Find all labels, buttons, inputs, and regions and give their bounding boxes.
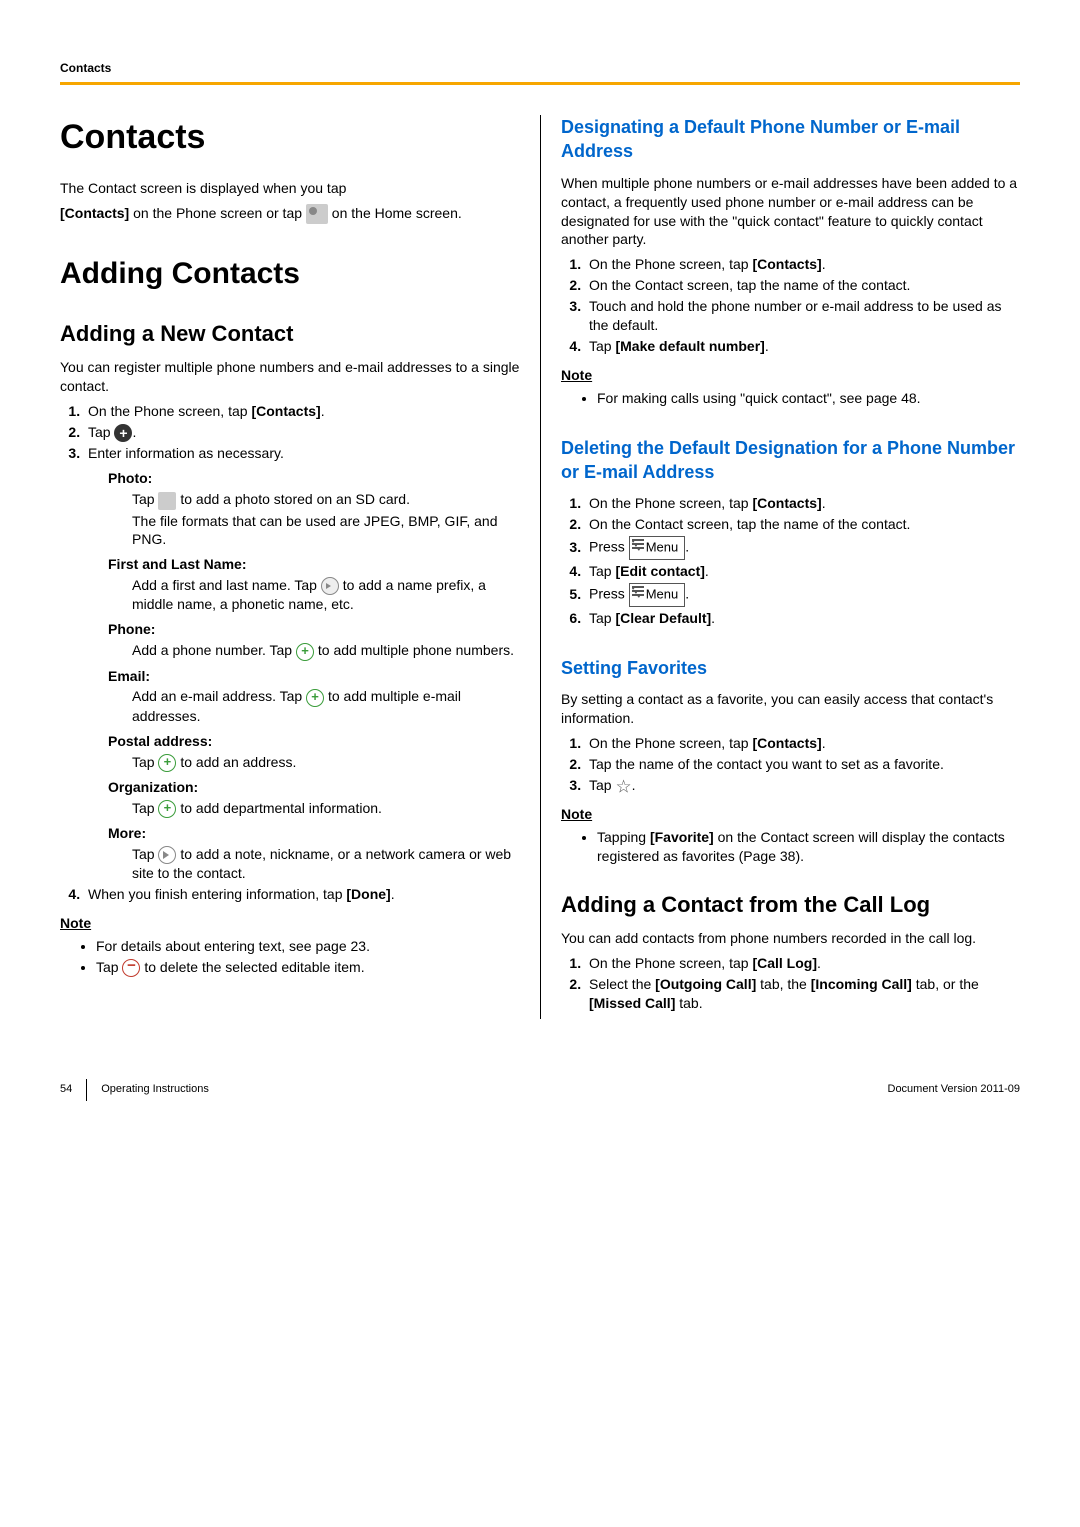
step-b5: Press Menu. — [585, 583, 1020, 607]
footer-version: Document Version 2011-09 — [888, 1082, 1021, 1097]
plus-green-icon: + — [158, 754, 176, 772]
heading-deleting-default: Deleting the Default Designation for a P… — [561, 436, 1020, 485]
note-label-a: Note — [561, 366, 1020, 385]
step-a3: Touch and hold the phone number or e-mai… — [585, 297, 1020, 335]
photo-label: Photo: — [108, 469, 520, 488]
more-icon — [158, 846, 176, 864]
photo-icon — [158, 492, 176, 510]
step-c1: On the Phone screen, tap [Contacts]. — [585, 734, 1020, 753]
plus-green-icon: + — [306, 689, 324, 707]
steps-add-contact: On the Phone screen, tap [Contacts]. Tap… — [60, 402, 520, 904]
steps-designate-default: On the Phone screen, tap [Contacts]. On … — [561, 255, 1020, 355]
chapter-title: Contacts — [60, 115, 520, 161]
step-b3: Press Menu. — [585, 536, 1020, 560]
note-item-2: Tap − to delete the selected editable it… — [96, 958, 520, 977]
right-column: Designating a Default Phone Number or E-… — [540, 115, 1020, 1019]
heading-setting-favorites: Setting Favorites — [561, 656, 1020, 680]
footer-divider — [86, 1079, 87, 1101]
favorites-intro: By setting a contact as a favorite, you … — [561, 690, 1020, 728]
step-c2: Tap the name of the contact you want to … — [585, 755, 1020, 774]
section-adding-contacts: Adding Contacts — [60, 254, 520, 295]
postal-label: Postal address: — [108, 732, 520, 751]
note-label: Note — [60, 914, 520, 933]
call-log-intro: You can add contacts from phone numbers … — [561, 929, 1020, 948]
menu-button-icon: Menu — [629, 583, 686, 607]
more-label: More: — [108, 824, 520, 843]
more-desc: Tap to add a note, nickname, or a networ… — [132, 845, 520, 883]
step-b4: Tap [Edit contact]. — [585, 562, 1020, 581]
note-list-c: Tapping [Favorite] on the Contact screen… — [561, 828, 1020, 866]
steps-call-log: On the Phone screen, tap [Call Log]. Sel… — [561, 954, 1020, 1013]
intro-text-2: on the Home screen. — [328, 205, 462, 221]
left-column: Contacts The Contact screen is displayed… — [60, 115, 540, 1019]
photo-desc-1: Tap to add a photo stored on an SD card. — [132, 490, 520, 509]
header-rule — [60, 82, 1020, 85]
page-number: 54 — [60, 1082, 72, 1097]
steps-favorites: On the Phone screen, tap [Contacts]. Tap… — [561, 734, 1020, 795]
header-section: Contacts — [60, 60, 1020, 76]
step-4: When you finish entering information, ta… — [84, 885, 520, 904]
photo-desc-2: The file formats that can be used are JP… — [132, 512, 520, 550]
plus-green-icon: + — [158, 800, 176, 818]
intro-paragraph-1: The Contact screen is displayed when you… — [60, 179, 520, 198]
step-b1: On the Phone screen, tap [Contacts]. — [585, 494, 1020, 513]
contacts-home-icon — [306, 204, 328, 224]
step-d1: On the Phone screen, tap [Call Log]. — [585, 954, 1020, 973]
page-footer: 54 Operating Instructions Document Versi… — [60, 1079, 1020, 1101]
star-icon: ☆ — [615, 776, 631, 796]
step-3: Enter information as necessary. Photo: T… — [84, 444, 520, 883]
phone-label: Phone: — [108, 620, 520, 639]
footer-title: Operating Instructions — [101, 1082, 209, 1097]
step-c3: Tap ☆. — [585, 776, 1020, 795]
step-a1: On the Phone screen, tap [Contacts]. — [585, 255, 1020, 274]
note-a1: For making calls using "quick contact", … — [597, 389, 1020, 408]
intro-text: on the Phone screen or tap — [129, 205, 306, 221]
postal-desc: Tap + to add an address. — [132, 753, 520, 772]
org-label: Organization: — [108, 778, 520, 797]
plus-green-icon: + — [296, 643, 314, 661]
email-desc: Add an e-mail address. Tap + to add mult… — [132, 687, 520, 725]
heading-adding-new-contact: Adding a New Contact — [60, 319, 520, 349]
step-b2: On the Contact screen, tap the name of t… — [585, 515, 1020, 534]
step-a4: Tap [Make default number]. — [585, 337, 1020, 356]
adding-new-intro: You can register multiple phone numbers … — [60, 358, 520, 396]
note-list-a: For making calls using "quick contact", … — [561, 389, 1020, 408]
contacts-bold: [Contacts] — [60, 205, 129, 221]
heading-add-from-call-log: Adding a Contact from the Call Log — [561, 890, 1020, 920]
menu-button-icon: Menu — [629, 536, 686, 560]
step-2: Tap +. — [84, 423, 520, 442]
plus-dark-icon: + — [114, 424, 132, 442]
note-label-c: Note — [561, 805, 1020, 824]
name-label: First and Last Name: — [108, 555, 520, 574]
intro-paragraph-2: [Contacts] on the Phone screen or tap on… — [60, 204, 520, 224]
note-item-1: For details about entering text, see pag… — [96, 937, 520, 956]
email-label: Email: — [108, 667, 520, 686]
org-desc: Tap + to add departmental information. — [132, 799, 520, 818]
steps-delete-default: On the Phone screen, tap [Contacts]. On … — [561, 494, 1020, 628]
expand-icon — [321, 577, 339, 595]
name-desc: Add a first and last name. Tap to add a … — [132, 576, 520, 614]
note-c1: Tapping [Favorite] on the Contact screen… — [597, 828, 1020, 866]
minus-red-icon: − — [122, 959, 140, 977]
heading-designating-default: Designating a Default Phone Number or E-… — [561, 115, 1020, 164]
two-column-layout: Contacts The Contact screen is displayed… — [60, 115, 1020, 1019]
step-1: On the Phone screen, tap [Contacts]. — [84, 402, 520, 421]
step-a2: On the Contact screen, tap the name of t… — [585, 276, 1020, 295]
designating-intro: When multiple phone numbers or e-mail ad… — [561, 174, 1020, 250]
step-b6: Tap [Clear Default]. — [585, 609, 1020, 628]
phone-desc: Add a phone number. Tap + to add multipl… — [132, 641, 520, 660]
step-d2: Select the [Outgoing Call] tab, the [Inc… — [585, 975, 1020, 1013]
note-list: For details about entering text, see pag… — [60, 937, 520, 977]
